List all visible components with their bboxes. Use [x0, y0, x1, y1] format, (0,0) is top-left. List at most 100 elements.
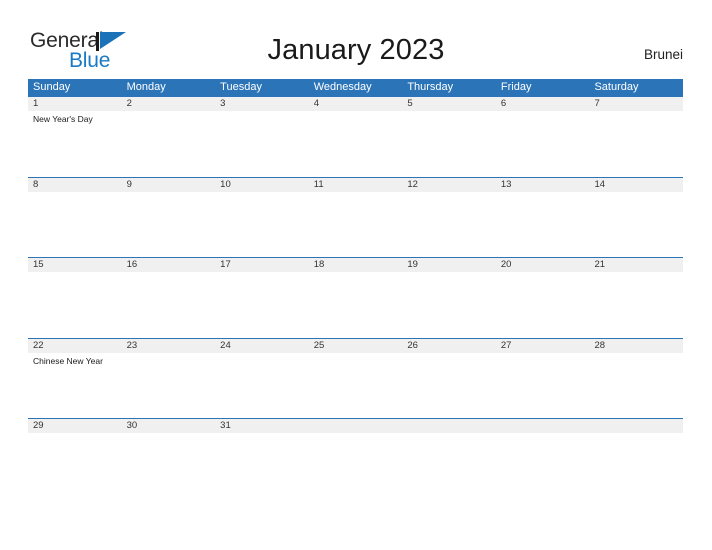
day-number[interactable]: 7 — [589, 97, 683, 111]
weekday-header-thursday: Thursday — [407, 81, 454, 93]
calendar-grid: Sunday Monday Tuesday Wednesday Thursday… — [28, 79, 683, 499]
day-events — [215, 272, 309, 337]
day-events — [496, 192, 590, 257]
day-events — [589, 433, 683, 498]
day-number[interactable]: 2 — [122, 97, 216, 111]
day-events — [122, 272, 216, 337]
day-events — [496, 353, 590, 418]
day-number[interactable]: 11 — [309, 178, 403, 192]
day-events — [309, 111, 403, 176]
day-events — [496, 272, 590, 337]
day-events — [122, 111, 216, 176]
day-number[interactable]: 24 — [215, 339, 309, 353]
week-date-band: 15 16 17 18 19 20 21 — [28, 258, 683, 272]
day-number[interactable]: 29 — [28, 419, 122, 433]
week-event-band: New Year's Day — [28, 111, 683, 176]
day-events — [28, 192, 122, 257]
day-events — [215, 111, 309, 176]
day-events — [589, 272, 683, 337]
weekday-header-row: Sunday Monday Tuesday Wednesday Thursday… — [28, 79, 683, 96]
day-number[interactable]: 20 — [496, 258, 590, 272]
day-number[interactable]: 23 — [122, 339, 216, 353]
day-number[interactable]: 15 — [28, 258, 122, 272]
day-number-empty — [309, 419, 403, 433]
day-number[interactable]: 25 — [309, 339, 403, 353]
calendar-page: General Blue January 2023 Brunei Sunday … — [0, 0, 712, 550]
day-number[interactable]: 12 — [402, 178, 496, 192]
day-events — [402, 353, 496, 418]
day-number[interactable]: 30 — [122, 419, 216, 433]
day-events — [122, 192, 216, 257]
day-events — [309, 433, 403, 498]
day-number[interactable]: 19 — [402, 258, 496, 272]
page-title: January 2023 — [267, 34, 445, 66]
holiday-label: Chinese New Year — [33, 355, 103, 366]
weekday-header-monday: Monday — [126, 81, 166, 93]
day-number[interactable]: 18 — [309, 258, 403, 272]
page-header: General Blue January 2023 Brunei — [0, 0, 712, 79]
week-row: 1 2 3 4 5 6 7 New Year's Day — [28, 96, 683, 177]
day-number[interactable]: 6 — [496, 97, 590, 111]
day-events — [402, 272, 496, 337]
day-number[interactable]: 21 — [589, 258, 683, 272]
day-number[interactable]: 17 — [215, 258, 309, 272]
weekday-header-tuesday: Tuesday — [220, 81, 262, 93]
day-events — [589, 192, 683, 257]
week-row: 29 30 31 — [28, 418, 683, 499]
day-number-empty — [589, 419, 683, 433]
day-events — [309, 192, 403, 257]
week-row: 15 16 17 18 19 20 21 — [28, 257, 683, 338]
weekday-header-saturday: Saturday — [594, 81, 639, 93]
day-number[interactable]: 9 — [122, 178, 216, 192]
day-number[interactable]: 27 — [496, 339, 590, 353]
day-events — [215, 433, 309, 498]
day-number[interactable]: 8 — [28, 178, 122, 192]
weekday-header-sunday: Sunday — [33, 81, 71, 93]
day-events — [589, 353, 683, 418]
weekday-header-friday: Friday — [500, 81, 532, 93]
day-events — [215, 192, 309, 257]
day-number[interactable]: 1 — [28, 97, 122, 111]
day-number[interactable]: 26 — [402, 339, 496, 353]
day-events — [496, 433, 590, 498]
day-number[interactable]: 28 — [589, 339, 683, 353]
day-events — [122, 433, 216, 498]
day-events — [402, 433, 496, 498]
day-number[interactable]: 4 — [309, 97, 403, 111]
day-events — [496, 111, 590, 176]
week-event-band — [28, 191, 683, 257]
week-event-band: Chinese New Year — [28, 352, 683, 418]
day-number[interactable]: 16 — [122, 258, 216, 272]
day-number[interactable]: 10 — [215, 178, 309, 192]
day-number[interactable]: 3 — [215, 97, 309, 111]
week-date-band: 22 23 24 25 26 27 28 — [28, 338, 683, 353]
region-label: Brunei — [643, 47, 683, 62]
day-events — [402, 111, 496, 176]
day-events — [589, 111, 683, 176]
week-date-band: 1 2 3 4 5 6 7 — [28, 97, 683, 111]
weekday-header-wednesday: Wednesday — [313, 81, 372, 93]
day-events — [28, 433, 122, 498]
week-row: 8 9 10 11 12 13 14 — [28, 176, 683, 258]
day-number[interactable]: 31 — [215, 419, 309, 433]
day-number[interactable]: 22 — [28, 339, 122, 353]
day-number[interactable]: 13 — [496, 178, 590, 192]
day-events — [215, 353, 309, 418]
day-number-empty — [402, 419, 496, 433]
week-event-band — [28, 433, 683, 498]
day-number[interactable]: 14 — [589, 178, 683, 192]
week-row: 22 23 24 25 26 27 28 Chinese New Year — [28, 337, 683, 419]
day-events: Chinese New Year — [28, 353, 122, 418]
day-number[interactable]: 5 — [402, 97, 496, 111]
day-events — [309, 353, 403, 418]
day-events — [309, 272, 403, 337]
day-events — [402, 192, 496, 257]
week-date-band: 29 30 31 — [28, 419, 683, 433]
day-events: New Year's Day — [28, 111, 122, 176]
week-date-band: 8 9 10 11 12 13 14 — [28, 177, 683, 192]
day-events — [122, 353, 216, 418]
day-events — [28, 272, 122, 337]
holiday-label: New Year's Day — [33, 114, 93, 124]
week-event-band — [28, 272, 683, 337]
day-number-empty — [496, 419, 590, 433]
